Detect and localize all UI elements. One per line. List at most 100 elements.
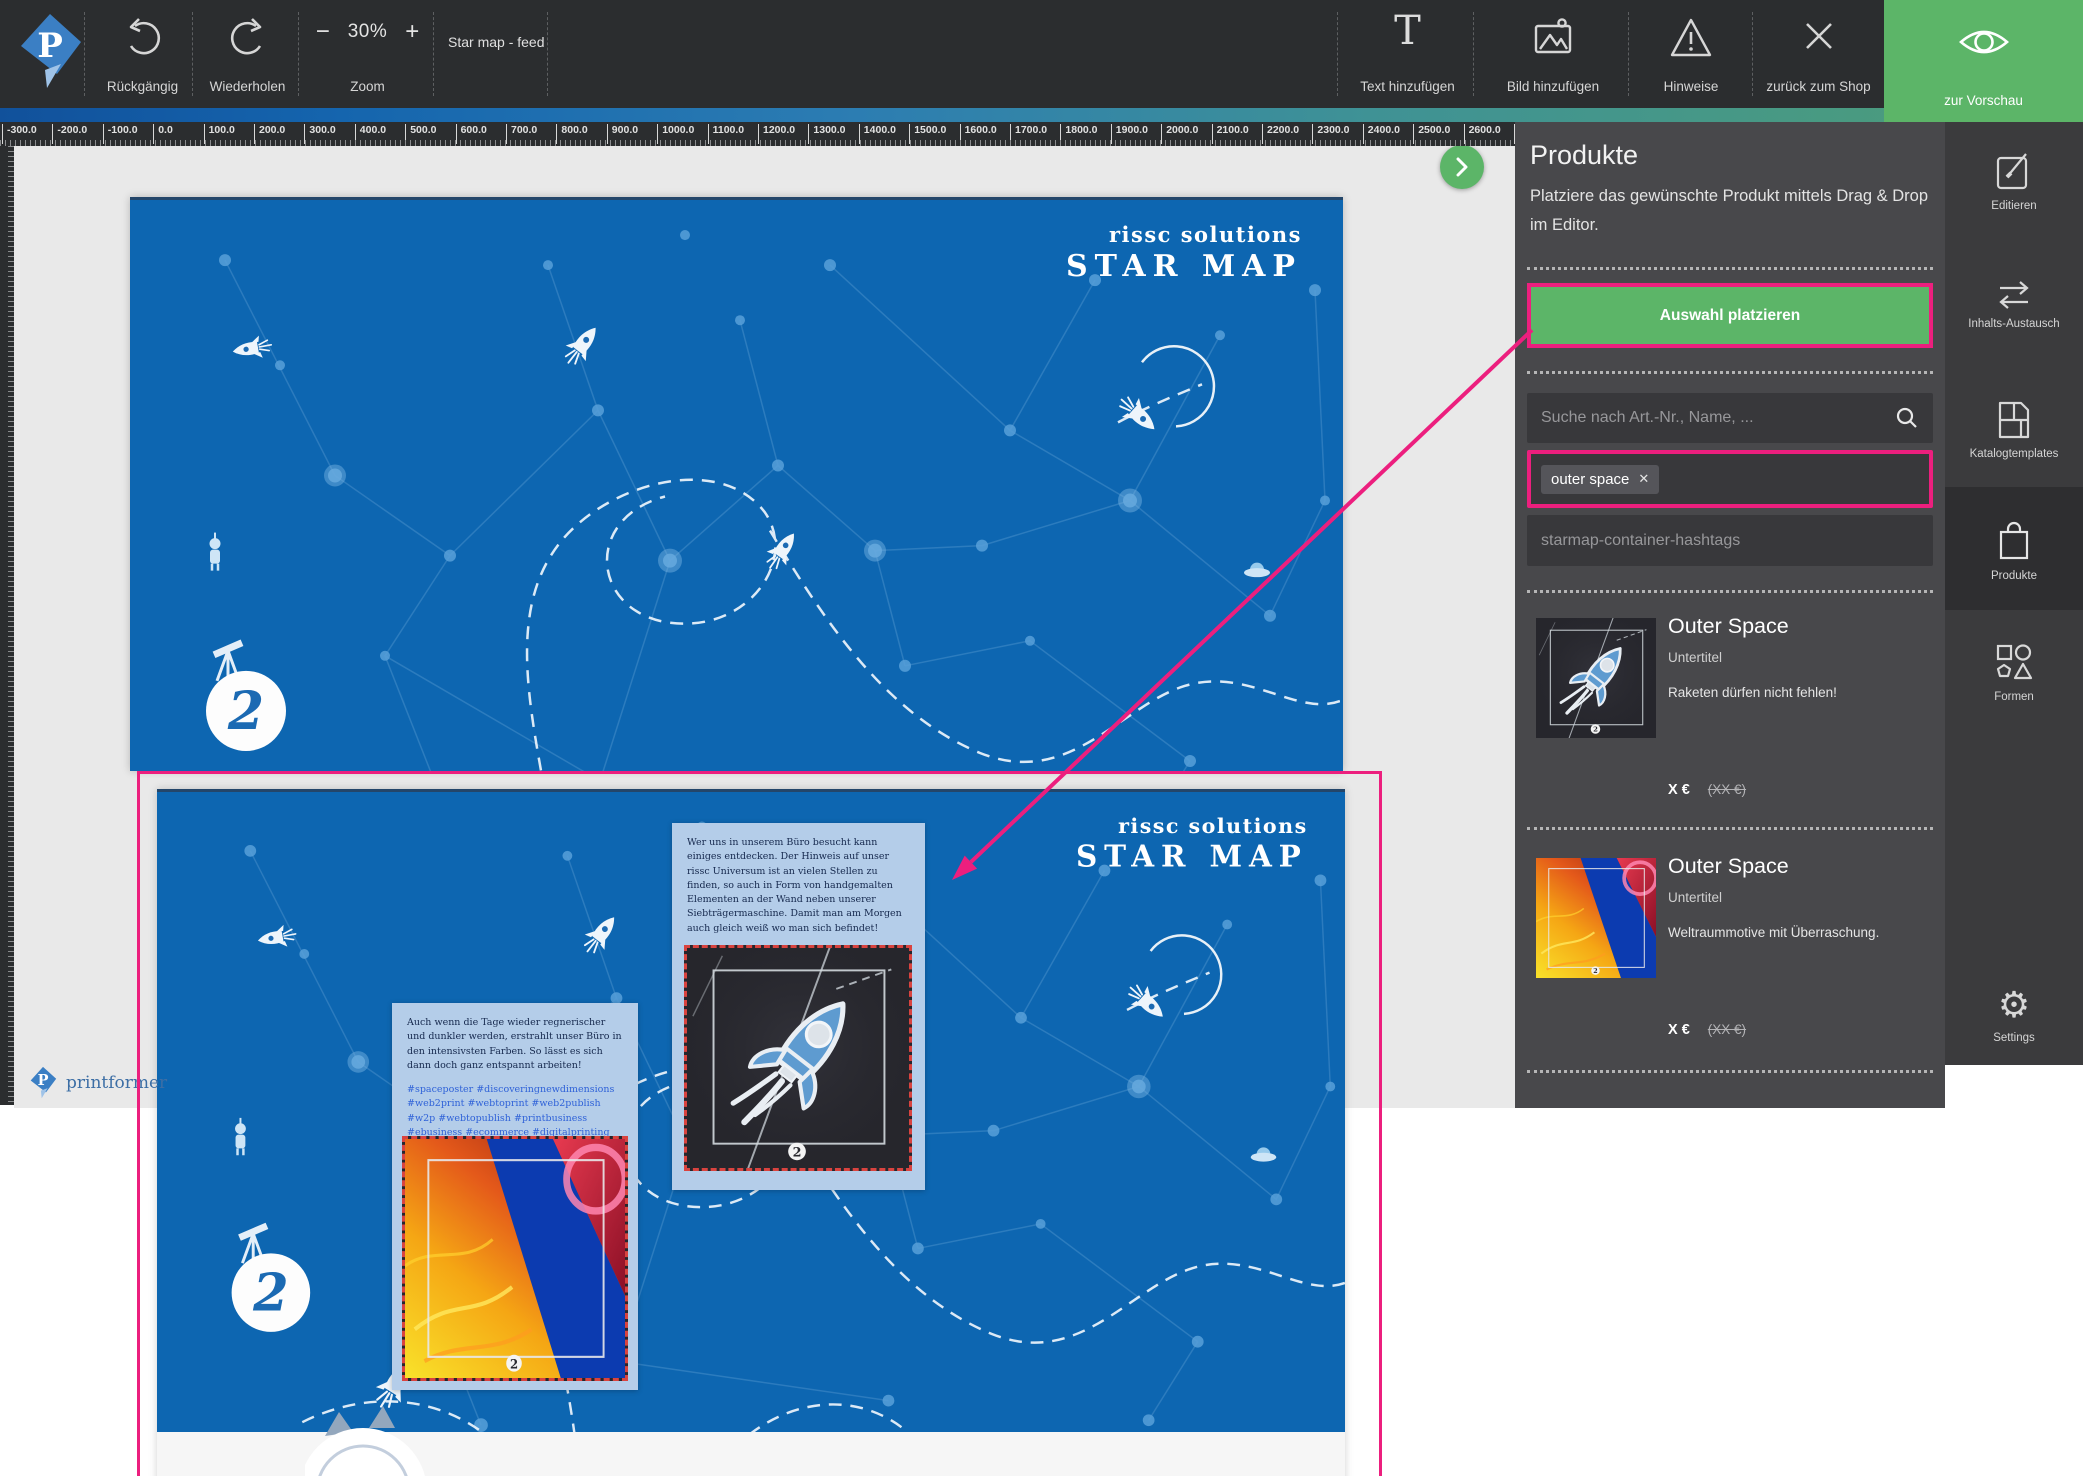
zoom-label: Zoom xyxy=(350,79,385,94)
ruler-tick-label: 1300.0 xyxy=(808,124,845,144)
sidebar-item-editieren[interactable]: Editieren xyxy=(1945,150,2083,212)
sidebar-item-katalogtemplates[interactable]: Katalogtemplates xyxy=(1945,400,2083,460)
editor-app: 2 2 xyxy=(0,0,2083,1476)
sidebar-item-settings[interactable]: ⚙ Settings xyxy=(1945,988,2083,1044)
collapse-panel-button[interactable] xyxy=(1440,145,1484,189)
price-old: (XX €) xyxy=(1708,782,1746,797)
ruler-tick-label: 1200.0 xyxy=(758,124,795,144)
ruler-vertical xyxy=(0,146,14,1105)
zoom-value: 30% xyxy=(348,21,388,43)
placed-container-spaceposter[interactable]: Auch wenn die Tage wieder regnerischer u… xyxy=(392,1003,638,1390)
hints-button[interactable]: Hinweise xyxy=(1636,0,1746,108)
add-text-button[interactable]: T Text hinzufügen xyxy=(1345,0,1470,108)
undo-label: Rückgängig xyxy=(107,79,178,94)
place-selection-button[interactable]: Auswahl platzieren xyxy=(1527,283,1933,348)
ruler-tick-label: 1100.0 xyxy=(708,124,745,144)
tool-sidebar: Editieren Inhalts-Austausch Katalogtempl… xyxy=(1945,122,2083,1065)
zoom-in-button[interactable]: + xyxy=(405,18,419,46)
printformer-brand: P printformer xyxy=(28,1066,167,1100)
chevron-right-icon xyxy=(1453,157,1471,177)
warning-icon xyxy=(1668,16,1714,60)
ruler-tick-label: 1000.0 xyxy=(657,124,694,144)
space-motif-image xyxy=(405,1139,625,1378)
top-toolbar: P Rückgängig Wiederholen − 30% + xyxy=(0,0,2083,108)
printformer-brand-label: printformer xyxy=(66,1073,167,1093)
undo-button[interactable]: Rückgängig xyxy=(95,0,190,108)
toolbar-divider xyxy=(84,12,85,96)
toolbar-divider xyxy=(433,12,434,96)
sidebar-item-produkte[interactable]: Produkte xyxy=(1945,520,2083,582)
ruler-tick-label: 800.0 xyxy=(556,124,587,144)
sidebar-item-label: Editieren xyxy=(1991,200,2036,212)
redo-button[interactable]: Wiederholen xyxy=(200,0,295,108)
hashtag-field-value: starmap-container-hashtags xyxy=(1541,532,1740,550)
product-thumbnail-space-motif[interactable] xyxy=(1536,858,1656,978)
ruler-tick-label: 2000.0 xyxy=(1161,124,1198,144)
app-logo[interactable]: P xyxy=(13,0,87,108)
ruler-tick-label: -200.0 xyxy=(52,124,87,144)
shapes-icon xyxy=(1993,643,2035,683)
product-thumbnail-rocket[interactable] xyxy=(1536,618,1656,738)
eye-icon xyxy=(1957,22,2011,62)
add-image-button[interactable]: Bild hinzufügen xyxy=(1483,0,1623,108)
sidebar-item-label: Produkte xyxy=(1991,570,2037,582)
placed-container-hashtags-rocket[interactable]: Wer uns in unserem Büro besucht kann ein… xyxy=(672,823,925,1190)
back-to-shop-label: zurück zum Shop xyxy=(1766,79,1870,94)
ruler-tick-label: 100.0 xyxy=(204,124,235,144)
ruler-tick-label: 300.0 xyxy=(304,124,335,144)
panel-title: Produkte xyxy=(1530,140,1638,171)
price-current: X € xyxy=(1668,782,1690,798)
ruler-tick-label: 2500.0 xyxy=(1413,124,1450,144)
placed-image-rocket[interactable] xyxy=(684,945,912,1171)
product-subtitle: Untertitel xyxy=(1668,890,1722,905)
product-list-item[interactable]: Outer Space Untertitel Weltraummotive mi… xyxy=(1515,858,1945,1058)
placed-image-space-motif[interactable] xyxy=(402,1136,628,1381)
tag-chip: outer space ✕ xyxy=(1541,465,1659,494)
zoom-out-button[interactable]: − xyxy=(316,18,330,46)
tag-remove-icon[interactable]: ✕ xyxy=(1638,471,1649,487)
hashtag-container-field[interactable]: starmap-container-hashtags xyxy=(1527,515,1933,566)
product-price: X € (XX €) xyxy=(1668,1022,1746,1038)
ruler-tick-label: -100.0 xyxy=(103,124,138,144)
container-b-text: Auch wenn die Tage wieder regnerischer u… xyxy=(392,1003,638,1073)
printformer-logo-icon: P xyxy=(28,1066,58,1100)
price-old: (XX €) xyxy=(1708,1022,1746,1037)
image-icon xyxy=(1531,16,1575,58)
catalog-template-icon xyxy=(1995,400,2033,440)
search-icon[interactable] xyxy=(1895,406,1919,430)
rocket-chalk-image xyxy=(687,948,909,1168)
printformer-logo-icon: P xyxy=(17,12,83,92)
add-image-label: Bild hinzufügen xyxy=(1507,79,1599,94)
product-search-field[interactable]: Suche nach Art.-Nr., Name, ... xyxy=(1527,393,1933,443)
ruler-horizontal: -300.0-200.0-100.00.0100.0200.0300.0400.… xyxy=(0,122,1515,146)
tag-filter-field[interactable]: outer space ✕ xyxy=(1527,450,1933,508)
ruler-tick-label: 200.0 xyxy=(254,124,285,144)
tag-chip-label: outer space xyxy=(1551,471,1629,488)
preview-button[interactable]: zur Vorschau xyxy=(1884,0,2083,122)
ruler-tick-label: 1800.0 xyxy=(1060,124,1097,144)
ruler-tick-label: 1600.0 xyxy=(960,124,997,144)
sidebar-item-formen[interactable]: Formen xyxy=(1945,643,2083,703)
container-a-text: Wer uns in unserem Büro besucht kann ein… xyxy=(672,823,925,936)
dotted-separator xyxy=(1527,267,1933,270)
dotted-separator xyxy=(1527,590,1933,593)
ruler-tick-label: 1400.0 xyxy=(859,124,896,144)
toolbar-divider xyxy=(547,12,548,96)
product-title: Outer Space xyxy=(1668,614,1789,639)
ruler-tick-label: 400.0 xyxy=(355,124,386,144)
toolbar-divider xyxy=(298,12,299,96)
ruler-tick-label: -300.0 xyxy=(2,124,37,144)
ruler-tick-label: 1500.0 xyxy=(909,124,946,144)
swap-arrows-icon xyxy=(1992,280,2036,310)
zoom-control: − 30% + Zoom xyxy=(305,0,430,108)
back-to-shop-button[interactable]: zurück zum Shop xyxy=(1756,0,1881,108)
sidebar-item-inhalts-austausch[interactable]: Inhalts-Austausch xyxy=(1945,280,2083,330)
ruler-tick-label: 2600.0 xyxy=(1464,124,1501,144)
ruler-tick-label: 500.0 xyxy=(405,124,436,144)
product-list-item[interactable]: Outer Space Untertitel Raketen dürfen ni… xyxy=(1515,618,1945,818)
artboard-star-map-top[interactable] xyxy=(130,197,1343,771)
redo-label: Wiederholen xyxy=(210,79,286,94)
dotted-separator xyxy=(1527,371,1933,374)
ruler-tick-label: 700.0 xyxy=(506,124,537,144)
ruler-tick-label: 2200.0 xyxy=(1262,124,1299,144)
